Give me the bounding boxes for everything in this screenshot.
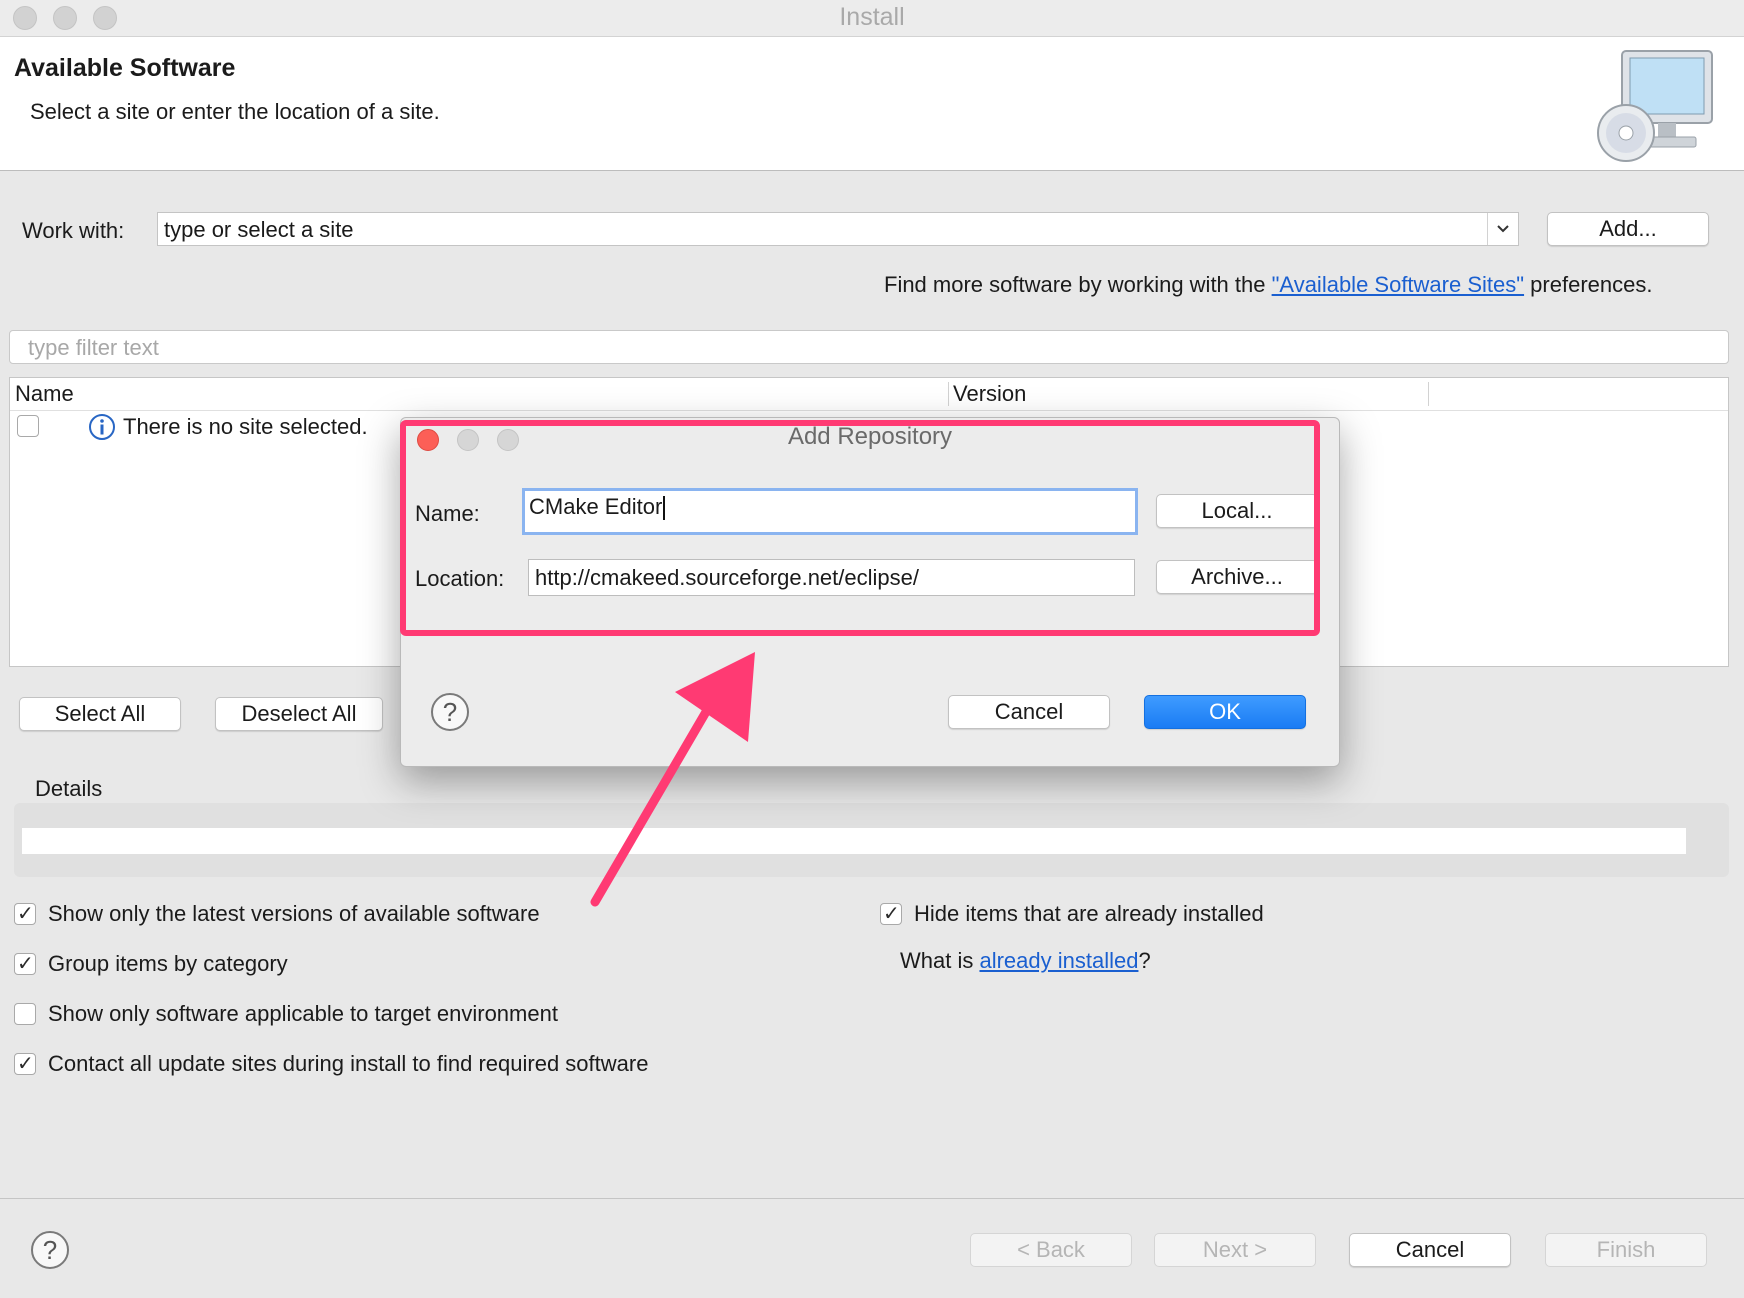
- find-more-text: Find more software by working with the "…: [884, 272, 1653, 297]
- cancel-button[interactable]: Cancel: [1349, 1233, 1511, 1267]
- work-with-value: type or select a site: [164, 217, 354, 242]
- filter-input[interactable]: type filter text: [9, 330, 1729, 364]
- table-header: Name Version: [10, 378, 1728, 411]
- deselect-all-button[interactable]: Deselect All: [215, 697, 383, 731]
- annotation-highlight-box: [400, 420, 1320, 636]
- column-version[interactable]: Version: [953, 381, 1026, 407]
- info-icon: [89, 414, 115, 440]
- already-installed-text: What is already installed?: [900, 948, 1151, 973]
- already-installed-link[interactable]: already installed: [979, 948, 1138, 973]
- hide-installed-checkbox[interactable]: [880, 901, 902, 926]
- group-by-category-label: Group items by category: [48, 951, 288, 976]
- dialog-help-icon[interactable]: ?: [431, 693, 469, 731]
- next-button[interactable]: Next >: [1154, 1233, 1316, 1267]
- chevron-down-icon[interactable]: [1487, 213, 1518, 245]
- add-site-button[interactable]: Add...: [1547, 212, 1709, 246]
- details-panel: [14, 803, 1729, 877]
- details-text-area: [22, 828, 1686, 854]
- work-with-combo[interactable]: type or select a site: [157, 212, 1519, 246]
- annotation-arrow-icon: [590, 652, 755, 907]
- ok-button[interactable]: OK: [1144, 695, 1306, 729]
- latest-versions-label: Show only the latest versions of availab…: [48, 901, 540, 926]
- no-site-message: There is no site selected.: [123, 414, 368, 439]
- applicable-target-label: Show only software applicable to target …: [48, 1001, 558, 1026]
- wizard-header: Available Software Select a site or ente…: [0, 37, 1744, 171]
- finish-button[interactable]: Finish: [1545, 1233, 1707, 1267]
- work-with-label: Work with:: [22, 218, 125, 243]
- back-button[interactable]: < Back: [970, 1233, 1132, 1267]
- applicable-target-checkbox[interactable]: [14, 1003, 36, 1025]
- monitor-cd-icon: [1597, 50, 1713, 162]
- details-label: Details: [35, 776, 103, 801]
- title-bar: Install: [0, 0, 1744, 37]
- contact-update-sites-checkbox[interactable]: [14, 1051, 36, 1076]
- hide-installed-label: Hide items that are already installed: [914, 901, 1264, 926]
- contact-update-sites-label: Contact all update sites during install …: [48, 1051, 649, 1076]
- group-by-category-checkbox[interactable]: [14, 951, 36, 976]
- row-checkbox[interactable]: [17, 415, 39, 437]
- page-subtitle: Select a site or enter the location of a…: [30, 99, 440, 124]
- dialog-cancel-button[interactable]: Cancel: [948, 695, 1110, 729]
- select-all-button[interactable]: Select All: [19, 697, 181, 731]
- column-name[interactable]: Name: [15, 381, 74, 407]
- help-icon[interactable]: ?: [31, 1231, 69, 1269]
- page-title: Available Software: [14, 54, 236, 82]
- window-title: Install: [839, 3, 905, 31]
- available-software-sites-link[interactable]: "Available Software Sites": [1272, 272, 1524, 297]
- latest-versions-checkbox[interactable]: [14, 901, 36, 926]
